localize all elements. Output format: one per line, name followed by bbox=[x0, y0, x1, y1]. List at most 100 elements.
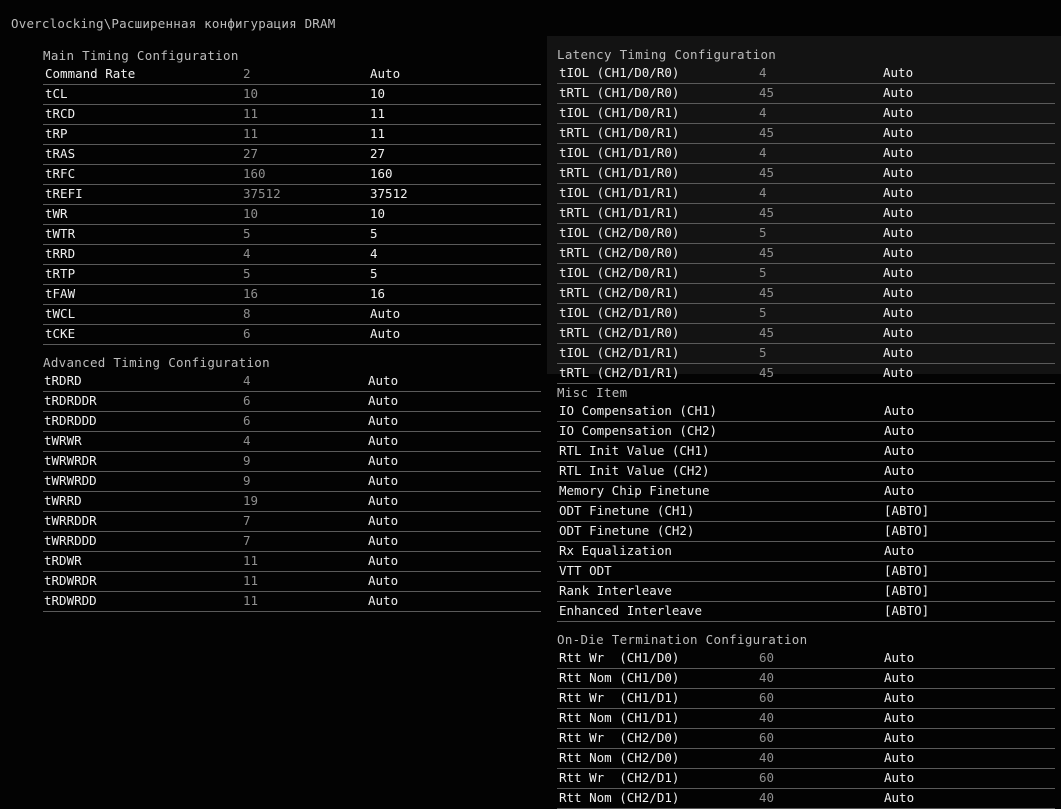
setting-value[interactable]: Auto bbox=[368, 552, 398, 570]
setting-value[interactable]: Auto bbox=[883, 204, 913, 222]
setting-row[interactable]: tREFI 37512 37512 bbox=[43, 185, 541, 205]
setting-value[interactable]: Auto bbox=[368, 572, 398, 590]
setting-row[interactable]: RTL Init Value (CH1) Auto bbox=[557, 442, 1055, 462]
setting-value[interactable]: 27 bbox=[370, 145, 385, 163]
setting-value[interactable]: Auto bbox=[883, 364, 913, 382]
setting-row[interactable]: tRDRDDR 6 Auto bbox=[43, 392, 541, 412]
setting-value[interactable]: 5 bbox=[370, 265, 378, 283]
setting-row[interactable]: Rtt Wr (CH2/D1) 60 Auto bbox=[557, 769, 1055, 789]
setting-value[interactable]: Auto bbox=[368, 412, 398, 430]
setting-row[interactable]: tIOL (CH1/D0/R1) 4 Auto bbox=[557, 104, 1055, 124]
setting-row[interactable]: tRCD 11 11 bbox=[43, 105, 541, 125]
setting-value[interactable]: Auto bbox=[883, 324, 913, 342]
setting-value[interactable]: Auto bbox=[884, 462, 914, 480]
setting-value[interactable]: Auto bbox=[368, 452, 398, 470]
setting-value[interactable]: Auto bbox=[884, 749, 914, 767]
setting-value[interactable]: Auto bbox=[368, 372, 398, 390]
setting-row[interactable]: Rtt Nom (CH2/D1) 40 Auto bbox=[557, 789, 1055, 809]
setting-value[interactable]: Auto bbox=[884, 542, 914, 560]
setting-value[interactable]: Auto bbox=[883, 344, 913, 362]
setting-row[interactable]: IO Compensation (CH2) Auto bbox=[557, 422, 1055, 442]
setting-value[interactable]: Auto bbox=[884, 649, 914, 667]
setting-value[interactable]: Auto bbox=[368, 532, 398, 550]
setting-value[interactable]: Auto bbox=[370, 65, 400, 83]
setting-row[interactable]: tRTL (CH2/D0/R1) 45 Auto bbox=[557, 284, 1055, 304]
setting-value[interactable]: 160 bbox=[370, 165, 393, 183]
setting-row[interactable]: Command Rate 2 Auto bbox=[43, 65, 541, 85]
setting-value[interactable]: Auto bbox=[884, 422, 914, 440]
setting-row[interactable]: Rtt Nom (CH1/D1) 40 Auto bbox=[557, 709, 1055, 729]
setting-row[interactable]: Rank Interleave [ABTO] bbox=[557, 582, 1055, 602]
setting-value[interactable]: 10 bbox=[370, 205, 385, 223]
setting-value[interactable]: [ABTO] bbox=[884, 522, 929, 540]
setting-value[interactable]: Auto bbox=[883, 64, 913, 82]
setting-value[interactable]: Auto bbox=[370, 325, 400, 343]
setting-value[interactable]: Auto bbox=[883, 144, 913, 162]
setting-value[interactable]: Auto bbox=[368, 432, 398, 450]
setting-row[interactable]: tIOL (CH1/D1/R1) 4 Auto bbox=[557, 184, 1055, 204]
setting-value[interactable]: Auto bbox=[884, 402, 914, 420]
setting-row[interactable]: Rx Equalization Auto bbox=[557, 542, 1055, 562]
setting-value[interactable]: 11 bbox=[370, 105, 385, 123]
setting-value[interactable]: Auto bbox=[884, 729, 914, 747]
setting-row[interactable]: tIOL (CH2/D0/R0) 5 Auto bbox=[557, 224, 1055, 244]
setting-value[interactable]: Auto bbox=[368, 592, 398, 610]
setting-row[interactable]: ODT Finetune (CH2) [ABTO] bbox=[557, 522, 1055, 542]
setting-value[interactable]: Auto bbox=[883, 224, 913, 242]
setting-value[interactable]: Auto bbox=[884, 789, 914, 807]
setting-row[interactable]: tRTL (CH2/D1/R0) 45 Auto bbox=[557, 324, 1055, 344]
setting-row[interactable]: tIOL (CH2/D1/R1) 5 Auto bbox=[557, 344, 1055, 364]
setting-row[interactable]: tWRRD 19 Auto bbox=[43, 492, 541, 512]
setting-row[interactable]: tRDRD 4 Auto bbox=[43, 372, 541, 392]
setting-value[interactable]: Auto bbox=[883, 244, 913, 262]
setting-value[interactable]: [ABTO] bbox=[884, 582, 929, 600]
setting-row[interactable]: tRRD 4 4 bbox=[43, 245, 541, 265]
setting-value[interactable]: 4 bbox=[370, 245, 378, 263]
setting-value[interactable]: Auto bbox=[370, 305, 400, 323]
setting-value[interactable]: Auto bbox=[368, 492, 398, 510]
setting-row[interactable]: tRTL (CH2/D0/R0) 45 Auto bbox=[557, 244, 1055, 264]
setting-value[interactable]: Auto bbox=[368, 392, 398, 410]
setting-row[interactable]: ODT Finetune (CH1) [ABTO] bbox=[557, 502, 1055, 522]
setting-value[interactable]: Auto bbox=[884, 442, 914, 460]
setting-row[interactable]: tWRWR 4 Auto bbox=[43, 432, 541, 452]
setting-value[interactable]: Auto bbox=[883, 124, 913, 142]
setting-value[interactable]: Auto bbox=[884, 482, 914, 500]
setting-value[interactable]: Auto bbox=[883, 284, 913, 302]
setting-value[interactable]: [ABTO] bbox=[884, 562, 929, 580]
setting-row[interactable]: tIOL (CH2/D1/R0) 5 Auto bbox=[557, 304, 1055, 324]
setting-row[interactable]: Rtt Wr (CH2/D0) 60 Auto bbox=[557, 729, 1055, 749]
setting-row[interactable]: tWR 10 10 bbox=[43, 205, 541, 225]
setting-row[interactable]: tFAW 16 16 bbox=[43, 285, 541, 305]
setting-row[interactable]: tRDWR 11 Auto bbox=[43, 552, 541, 572]
setting-row[interactable]: tRDWRDR 11 Auto bbox=[43, 572, 541, 592]
setting-row[interactable]: Rtt Wr (CH1/D1) 60 Auto bbox=[557, 689, 1055, 709]
setting-value[interactable]: Auto bbox=[884, 769, 914, 787]
setting-value[interactable]: Auto bbox=[883, 84, 913, 102]
setting-row[interactable]: tWRRDDR 7 Auto bbox=[43, 512, 541, 532]
setting-row[interactable]: tRFC 160 160 bbox=[43, 165, 541, 185]
setting-value[interactable]: Auto bbox=[883, 304, 913, 322]
setting-row[interactable]: tRTP 5 5 bbox=[43, 265, 541, 285]
setting-row[interactable]: tWRWRDD 9 Auto bbox=[43, 472, 541, 492]
setting-value[interactable]: Auto bbox=[883, 104, 913, 122]
setting-row[interactable]: tWRRDDD 7 Auto bbox=[43, 532, 541, 552]
setting-value[interactable]: Auto bbox=[368, 472, 398, 490]
setting-row[interactable]: tRTL (CH1/D0/R0) 45 Auto bbox=[557, 84, 1055, 104]
setting-value[interactable]: 10 bbox=[370, 85, 385, 103]
setting-row[interactable]: tIOL (CH2/D0/R1) 5 Auto bbox=[557, 264, 1055, 284]
setting-value[interactable]: 37512 bbox=[370, 185, 408, 203]
setting-row[interactable]: tCKE 6 Auto bbox=[43, 325, 541, 345]
setting-row[interactable]: Rtt Nom (CH1/D0) 40 Auto bbox=[557, 669, 1055, 689]
setting-value[interactable]: Auto bbox=[884, 689, 914, 707]
setting-value[interactable]: Auto bbox=[884, 709, 914, 727]
setting-row[interactable]: tIOL (CH1/D1/R0) 4 Auto bbox=[557, 144, 1055, 164]
setting-row[interactable]: tWRWRDR 9 Auto bbox=[43, 452, 541, 472]
setting-row[interactable]: tWCL 8 Auto bbox=[43, 305, 541, 325]
setting-row[interactable]: tCL 10 10 bbox=[43, 85, 541, 105]
setting-row[interactable]: VTT ODT [ABTO] bbox=[557, 562, 1055, 582]
setting-row[interactable]: tWTR 5 5 bbox=[43, 225, 541, 245]
setting-row[interactable]: tIOL (CH1/D0/R0) 4 Auto bbox=[557, 64, 1055, 84]
setting-value[interactable]: Auto bbox=[368, 512, 398, 530]
setting-row[interactable]: tRTL (CH2/D1/R1) 45 Auto bbox=[557, 364, 1055, 384]
